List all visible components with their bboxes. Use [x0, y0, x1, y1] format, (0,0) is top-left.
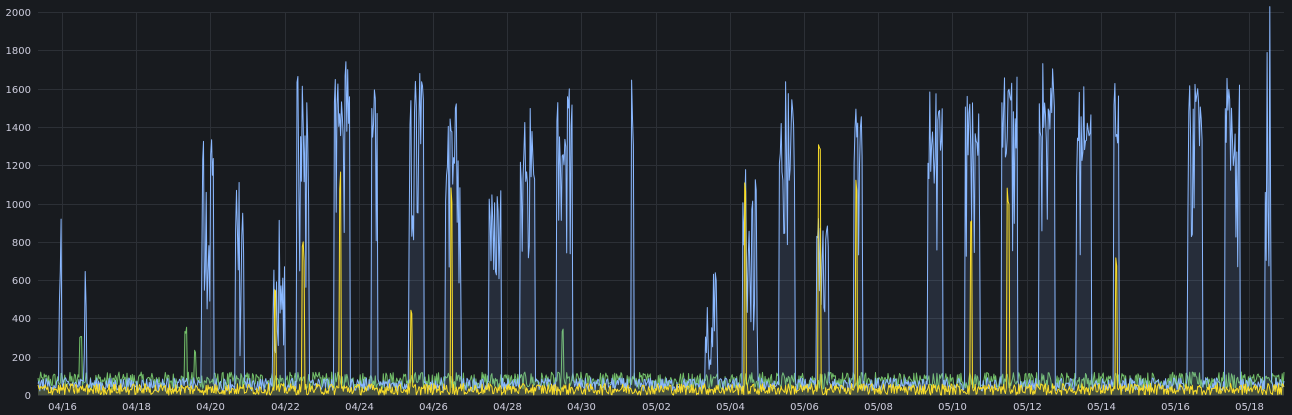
y-tick-label: 1000 — [6, 200, 31, 211]
timeseries-chart[interactable]: 0 200 400 600 800 1000 1200 1400 1600 1800 2000 04… — [0, 0, 1292, 415]
y-tick-label: 1600 — [6, 85, 31, 96]
y-tick-label: 400 — [12, 314, 31, 325]
x-tick-label: 04/26 — [419, 402, 448, 413]
x-tick-label: 04/20 — [196, 402, 225, 413]
series-area — [38, 6, 1284, 395]
y-tick-label: 1200 — [6, 161, 31, 172]
x-tick-label: 05/08 — [864, 402, 893, 413]
series-layer — [37, 6, 1285, 396]
series-0 — [37, 6, 1285, 395]
x-tick-label: 05/10 — [938, 402, 967, 413]
y-axis: 0 200 400 600 800 1000 1200 1400 1600 1800 2000 — [6, 8, 31, 402]
x-tick-label: 04/18 — [122, 402, 151, 413]
x-tick-label: 05/16 — [1161, 402, 1190, 413]
x-tick-label: 05/18 — [1235, 402, 1264, 413]
x-tick-label: 05/02 — [642, 402, 671, 413]
x-axis: 04/16 04/18 04/20 04/22 04/24 04/26 04/28 04/30… — [48, 402, 1264, 413]
x-tick-label: 05/14 — [1087, 402, 1116, 413]
x-tick-label: 05/06 — [790, 402, 819, 413]
y-tick-label: 2000 — [6, 8, 31, 19]
x-tick-label: 04/30 — [567, 402, 596, 413]
x-tick-label: 04/16 — [48, 402, 77, 413]
grid — [38, 12, 1284, 396]
series-line — [37, 6, 1285, 392]
y-tick-label: 1400 — [6, 123, 31, 134]
y-tick-label: 0 — [25, 391, 31, 402]
x-tick-label: 04/24 — [345, 402, 374, 413]
y-tick-label: 600 — [12, 276, 31, 287]
y-tick-label: 800 — [12, 238, 31, 249]
y-tick-label: 1800 — [6, 46, 31, 57]
x-tick-label: 04/22 — [271, 402, 300, 413]
x-tick-label: 05/04 — [716, 402, 745, 413]
x-tick-label: 05/12 — [1013, 402, 1042, 413]
x-tick-label: 04/28 — [493, 402, 522, 413]
timeseries-panel: 0 200 400 600 800 1000 1200 1400 1600 1800 2000 04… — [0, 0, 1292, 415]
y-tick-label: 200 — [12, 353, 31, 364]
